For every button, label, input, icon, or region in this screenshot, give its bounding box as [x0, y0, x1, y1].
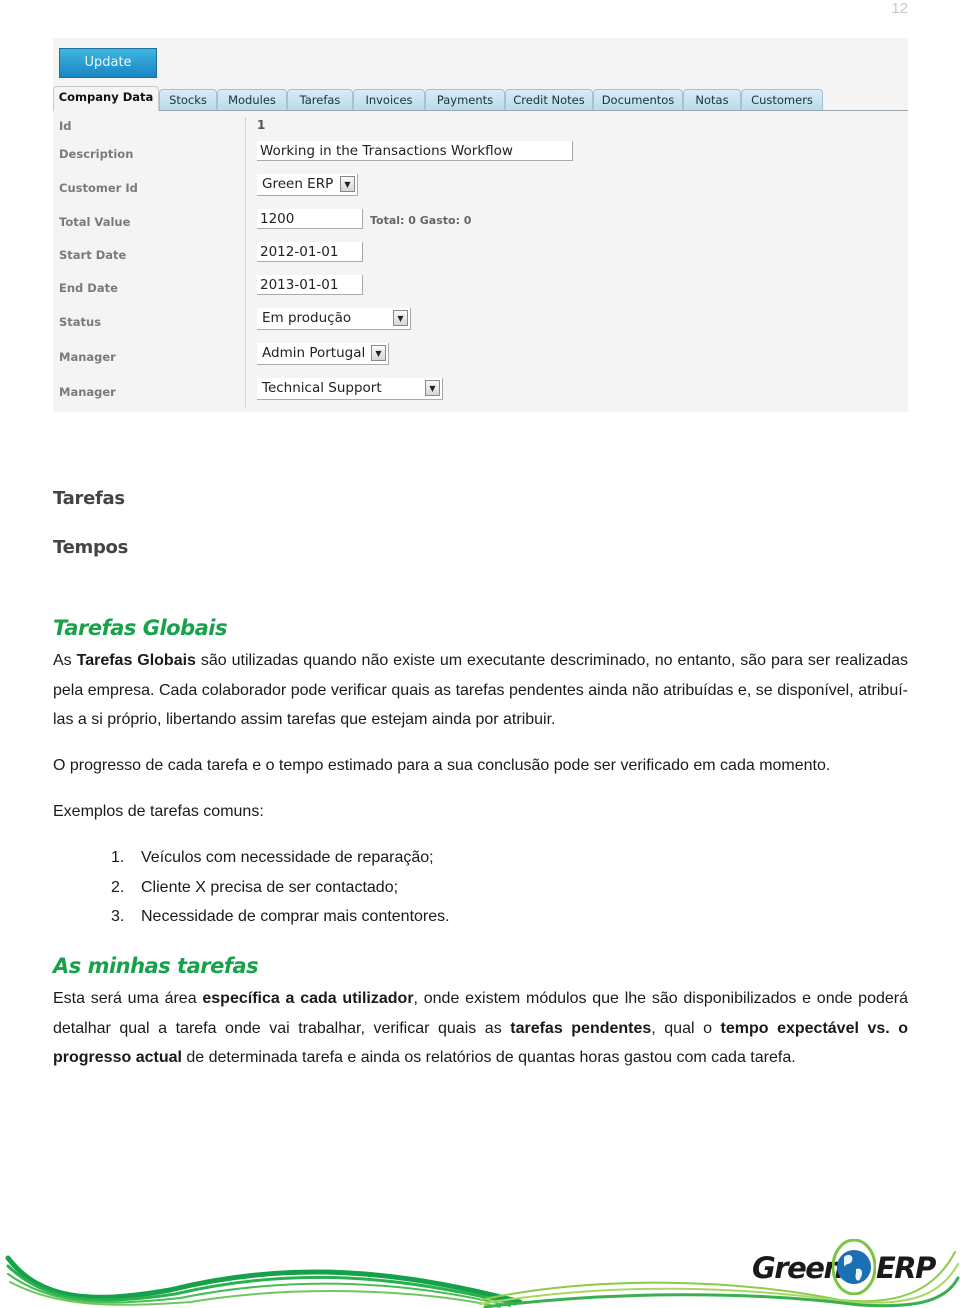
chevron-down-icon[interactable]: ▼ [340, 176, 355, 192]
customer-id-value: Green ERP [262, 176, 334, 192]
text-run: de determinada tarefa e ainda os relatór… [181, 1049, 796, 1067]
list-item: 3. Necessidade de comprar mais contentore… [111, 902, 450, 932]
update-button[interactable]: Update [59, 48, 157, 78]
status-value: Em produção [262, 310, 352, 326]
list-number: 1. [111, 849, 125, 866]
app-screenshot-panel: Update Company Data Stocks Modules Taref… [53, 38, 908, 412]
tab-company-data[interactable]: Company Data [53, 86, 159, 111]
start-date-input[interactable]: 2012-01-01 [257, 242, 363, 262]
tab-modules[interactable]: Modules [217, 89, 287, 110]
tab-invoices[interactable]: Invoices [353, 89, 425, 110]
text-run: , qual o [651, 1019, 721, 1037]
form-divider [245, 118, 246, 408]
paragraph-progress: O progresso de cada tarefa e o tempo est… [53, 757, 831, 774]
manager-label-2: Manager [59, 385, 116, 399]
tab-tarefas[interactable]: Tarefas [287, 89, 353, 110]
heading-tarefas: Tarefas [53, 488, 125, 509]
status-select[interactable]: Em produção ▼ [257, 308, 411, 330]
list-text: Necessidade de comprar mais contentores. [141, 908, 450, 926]
list-number: 3. [111, 908, 125, 926]
manager-value: Admin Portugal [262, 345, 366, 361]
manager-select-2[interactable]: Technical Support ▼ [257, 378, 443, 400]
end-date-input[interactable]: 2013-01-01 [257, 275, 363, 295]
chevron-down-icon[interactable]: ▼ [425, 380, 440, 396]
list-item: 2. Cliente X precisa de ser contactado; [111, 873, 450, 903]
paragraph-examples-intro: Exemplos de tarefas comuns: [53, 803, 264, 820]
tab-documentos[interactable]: Documentos [593, 89, 683, 110]
total-value-input[interactable]: 1200 [257, 209, 363, 229]
text-run: Esta será uma área [53, 990, 203, 1007]
globe-icon [832, 1239, 876, 1295]
list-text: Cliente X precisa de ser contactado; [141, 878, 399, 896]
section-title-tarefas-globais: Tarefas Globais [53, 616, 227, 640]
tab-payments[interactable]: Payments [425, 89, 505, 110]
list-number: 2. [111, 878, 125, 896]
total-spent-summary: Total: 0 Gasto: 0 [370, 214, 472, 227]
logo-text-green: Green [752, 1251, 844, 1285]
tab-notas[interactable]: Notas [683, 89, 741, 110]
chevron-down-icon[interactable]: ▼ [371, 345, 386, 361]
bold-run: Tarefas Globais [76, 652, 196, 669]
text-run: As [53, 652, 77, 669]
id-label: Id [59, 119, 72, 133]
end-date-label: End Date [59, 281, 118, 295]
status-label: Status [59, 315, 102, 329]
manager-value-2: Technical Support [262, 380, 382, 396]
heading-tempos: Tempos [53, 537, 129, 558]
manager-select[interactable]: Admin Portugal ▼ [257, 343, 389, 365]
tab-stocks[interactable]: Stocks [159, 89, 217, 110]
tab-bar: Company Data Stocks Modules Tarefas Invo… [53, 86, 908, 111]
examples-list: 1. Veículos com necessidade de reparação;… [111, 843, 450, 932]
id-value: 1 [257, 118, 266, 132]
customer-id-select[interactable]: Green ERP ▼ [257, 174, 358, 196]
chevron-down-icon[interactable]: ▼ [393, 310, 408, 326]
section-title-as-minhas-tarefas: As minhas tarefas [53, 954, 259, 978]
customer-id-label: Customer Id [59, 181, 138, 195]
page-number: 12 [891, 0, 908, 17]
total-value-label: Total Value [59, 215, 131, 229]
paragraph-tarefas-globais: As Tarefas Globais são utilizadas quando… [53, 646, 908, 735]
description-label: Description [59, 147, 134, 161]
list-item: 1. Veículos com necessidade de reparação; [111, 843, 450, 873]
description-input[interactable]: Working in the Transactions Workflow [257, 141, 573, 161]
list-text: Veículos com necessidade de reparação; [141, 849, 434, 866]
manager-label: Manager [59, 350, 116, 364]
logo-text-erp: ERP [876, 1251, 936, 1285]
bold-run: específica a cada utilizador [202, 990, 414, 1007]
bold-run: tarefas pendentes [510, 1019, 652, 1037]
paragraph-as-minhas-tarefas: Esta será uma área específica a cada uti… [53, 984, 908, 1073]
start-date-label: Start Date [59, 248, 127, 262]
tab-credit-notes[interactable]: Credit Notes [505, 89, 593, 110]
tab-customers[interactable]: Customers [741, 89, 823, 110]
